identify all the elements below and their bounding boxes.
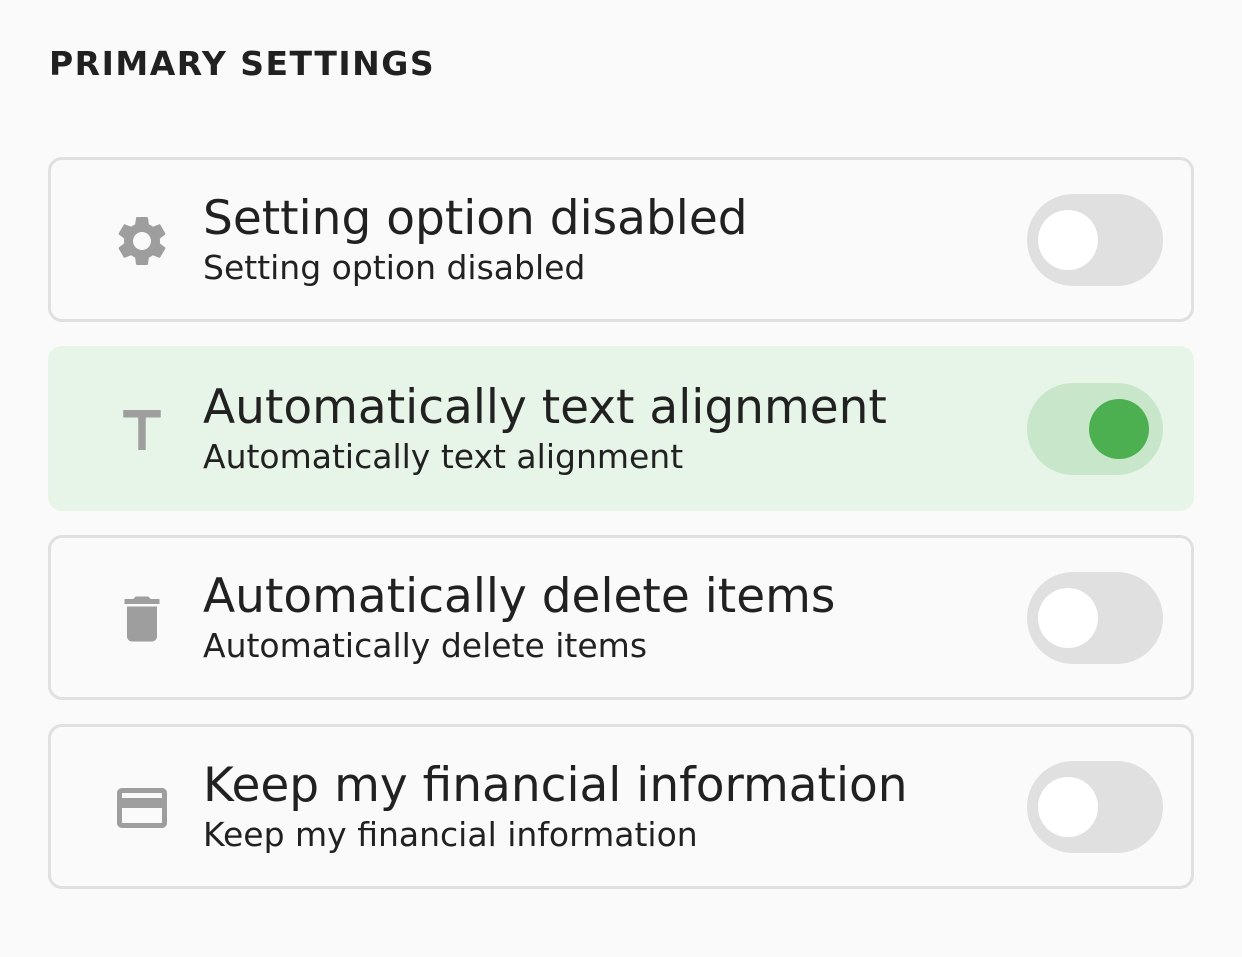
toggle-knob [1038,777,1098,837]
section-title: PRIMARY SETTINGS [49,44,436,83]
gear-icon [111,210,173,272]
setting-card-financial-info[interactable]: Keep my financial information Keep my fi… [48,724,1194,889]
setting-card-disabled-option[interactable]: Setting option disabled Setting option d… [48,157,1194,322]
setting-subtitle: Setting option disabled [203,248,586,287]
setting-title: Automatically delete items [203,569,836,624]
setting-title: Automatically text alignment [203,380,887,435]
setting-title: Keep my financial information [203,758,908,813]
setting-card-text-alignment[interactable]: Automatically text alignment Automatical… [48,346,1194,511]
trash-icon [111,588,173,650]
setting-title: Setting option disabled [203,191,748,246]
setting-subtitle: Automatically delete items [203,626,648,665]
setting-toggle[interactable] [1027,761,1163,853]
toggle-knob [1038,588,1098,648]
setting-toggle[interactable] [1027,572,1163,664]
setting-subtitle: Automatically text alignment [203,437,684,476]
setting-card-delete-items[interactable]: Automatically delete items Automatically… [48,535,1194,700]
toggle-knob [1089,399,1149,459]
text-format-icon [111,399,173,461]
toggle-knob [1038,210,1098,270]
setting-toggle[interactable] [1027,383,1163,475]
setting-toggle[interactable] [1027,194,1163,286]
credit-card-icon [111,777,173,839]
setting-subtitle: Keep my financial information [203,815,698,854]
